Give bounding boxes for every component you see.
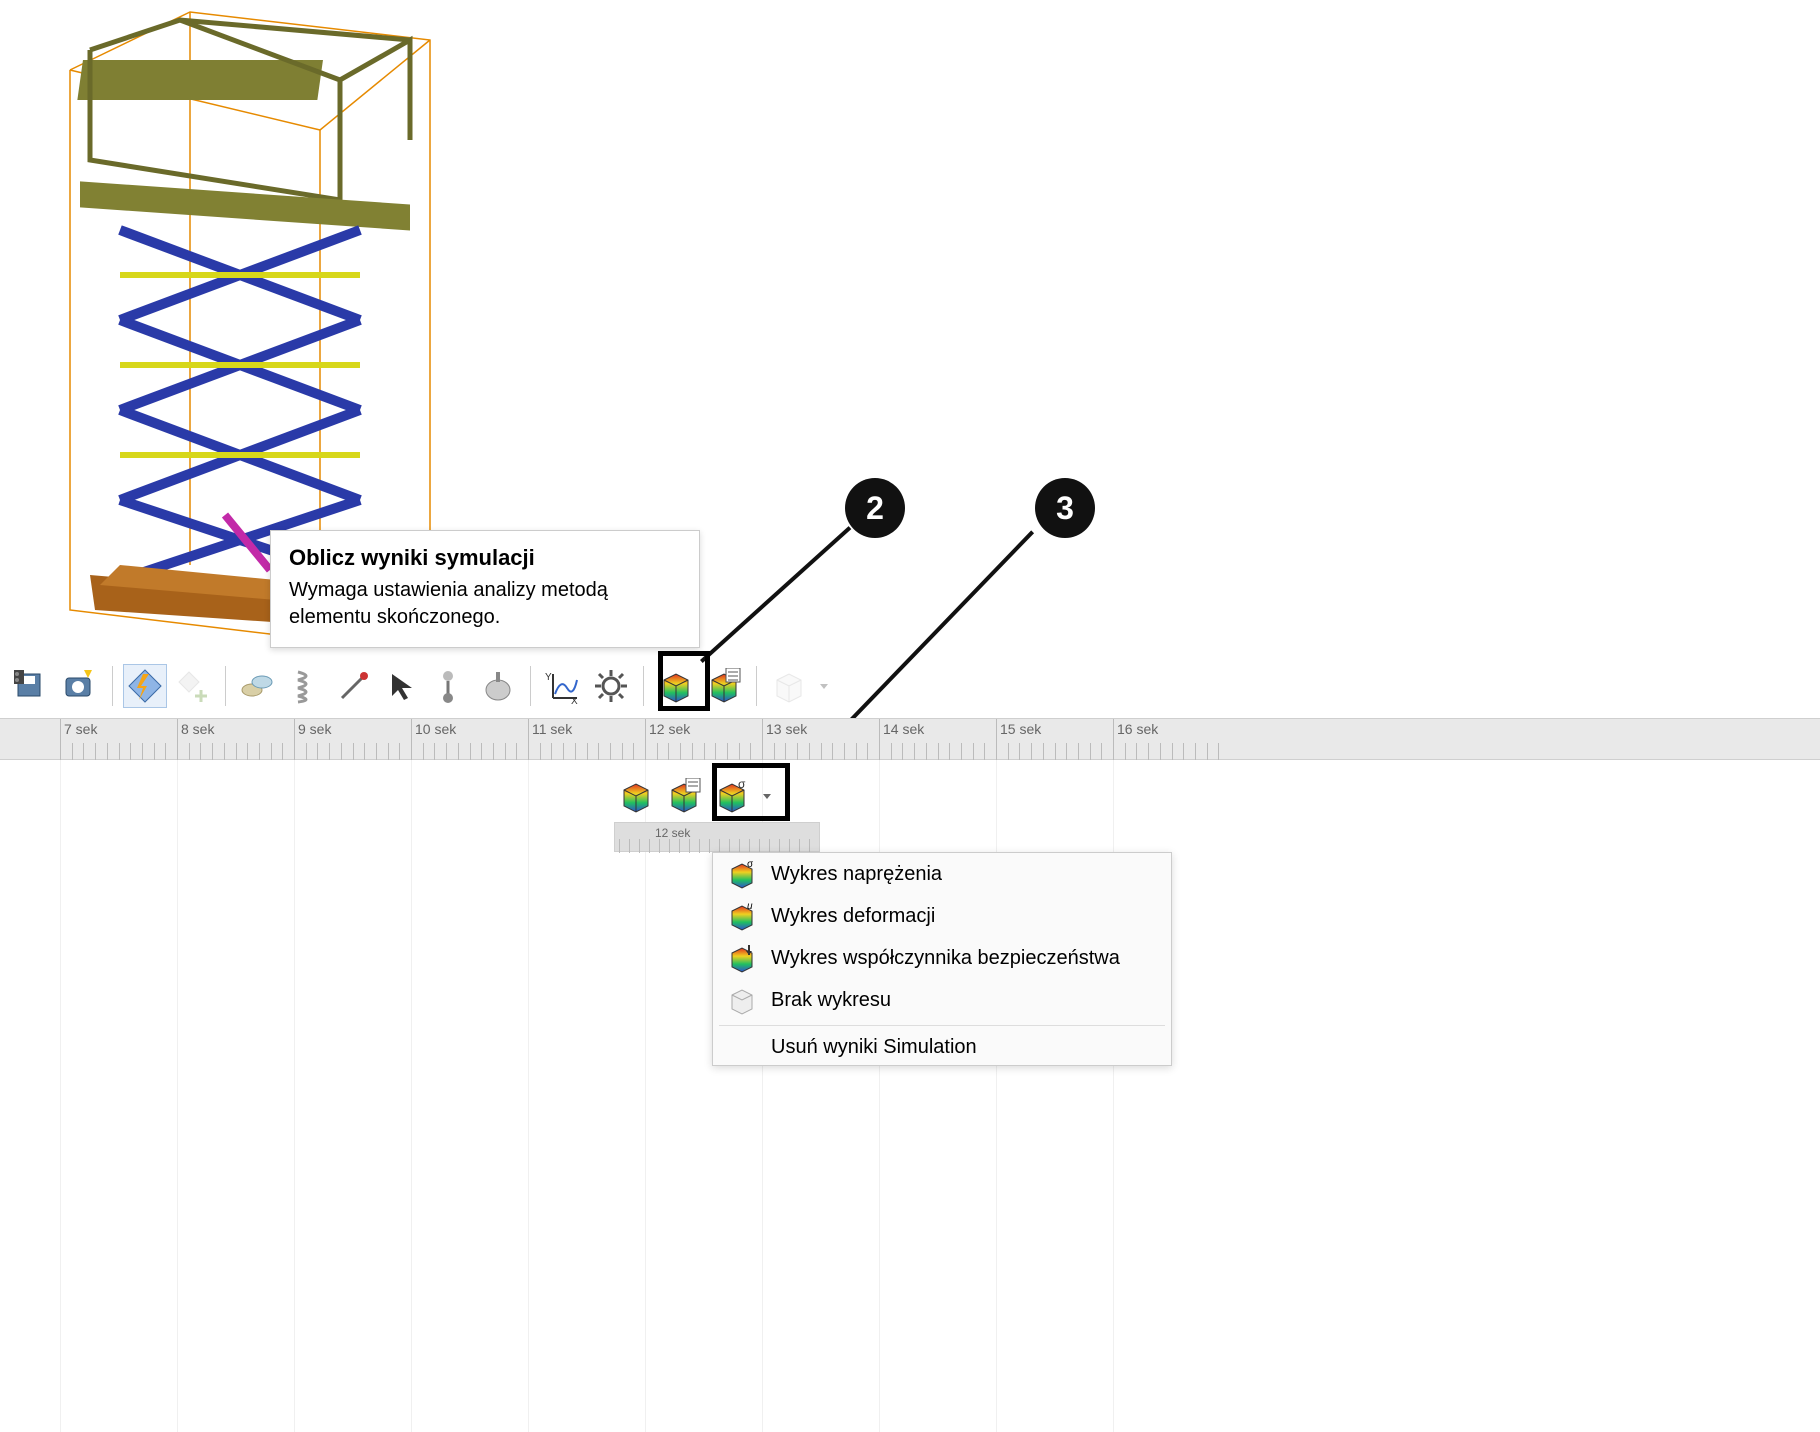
mass-icon[interactable] bbox=[476, 664, 520, 708]
menu-item-safety-label: Wykres współczynnika bezpieczeństwa bbox=[771, 947, 1120, 970]
toolbar1-dropdown-arrow[interactable] bbox=[815, 664, 833, 708]
callout-2-line bbox=[700, 526, 851, 663]
svg-text:σ: σ bbox=[738, 778, 746, 791]
menu-divider bbox=[719, 1025, 1165, 1026]
results-toolbar: σ bbox=[614, 770, 776, 822]
svg-text:σ: σ bbox=[747, 859, 754, 870]
ghost-cube-icon bbox=[767, 664, 811, 708]
menu-item-none-label: Brak wykresu bbox=[771, 989, 891, 1012]
menu-item-delete-results[interactable]: Usuń wyniki Simulation bbox=[713, 1030, 1171, 1065]
ruler-label: 14 sek bbox=[883, 721, 924, 737]
platform bbox=[80, 181, 410, 230]
graph-xy-icon[interactable]: YX bbox=[541, 664, 585, 708]
setup-stress-cube-icon[interactable] bbox=[654, 664, 698, 708]
lightning-diamond-icon[interactable] bbox=[123, 664, 167, 708]
force-icon[interactable] bbox=[428, 664, 472, 708]
ruler-label: 16 sek bbox=[1117, 721, 1158, 737]
safety-factor-icon bbox=[727, 943, 757, 973]
deform-u-icon: u bbox=[727, 901, 757, 931]
callout-badge-3: 3 bbox=[1035, 478, 1095, 538]
timeline-ruler[interactable]: 7 sek 8 sek 9 sek 10 sek 11 sek 12 sek 13 sek 1… bbox=[0, 718, 1820, 760]
svg-text:u: u bbox=[747, 901, 753, 912]
callout-badge-2: 2 bbox=[845, 478, 905, 538]
ruler-label: 12 sek bbox=[649, 721, 690, 737]
camera-settings-icon[interactable] bbox=[58, 664, 102, 708]
callout-3-text: 3 bbox=[1056, 490, 1074, 527]
no-plot-icon bbox=[727, 985, 757, 1015]
probe-icon[interactable] bbox=[332, 664, 376, 708]
menu-item-safety[interactable]: Wykres współczynnika bezpieczeństwa bbox=[713, 937, 1171, 979]
constraint-icon[interactable] bbox=[236, 664, 280, 708]
mini-ruler-label: 12 sek bbox=[655, 826, 690, 840]
calc-results-cube2-icon[interactable] bbox=[662, 774, 706, 818]
ruler-label: 11 sek bbox=[532, 721, 572, 737]
tooltip-body: Wymaga ustawienia analizy metodą element… bbox=[289, 577, 681, 631]
ruler-label: 7 sek bbox=[64, 721, 97, 737]
svg-text:Y: Y bbox=[545, 672, 552, 683]
menu-item-delete-label: Usuń wyniki Simulation bbox=[771, 1036, 977, 1059]
save-animation-icon[interactable] bbox=[10, 664, 54, 708]
ruler-label: 10 sek bbox=[415, 721, 456, 737]
simulation-toolbar: YX bbox=[10, 660, 833, 712]
plot-type-dropdown: σ Wykres naprężenia u Wykres deformacji … bbox=[712, 852, 1172, 1066]
settings-gear-icon[interactable] bbox=[589, 664, 633, 708]
ruler-label: 8 sek bbox=[181, 721, 214, 737]
calc-results-cube-icon[interactable] bbox=[702, 664, 746, 708]
ruler-label: 15 sek bbox=[1000, 721, 1041, 737]
setup-stress-cube2-icon[interactable] bbox=[614, 774, 658, 818]
ruler-label: 13 sek bbox=[766, 721, 807, 737]
ruler-label: 9 sek bbox=[298, 721, 331, 737]
menu-item-deform-label: Wykres deformacji bbox=[771, 905, 935, 928]
spring-icon[interactable] bbox=[284, 664, 328, 708]
stress-sigma-icon: σ bbox=[727, 859, 757, 889]
tooltip-title: Oblicz wyniki symulacji bbox=[289, 545, 681, 571]
tooltip-calc-results: Oblicz wyniki symulacji Wymaga ustawieni… bbox=[270, 530, 700, 648]
cursor-icon[interactable] bbox=[380, 664, 424, 708]
callout-2-text: 2 bbox=[866, 490, 884, 527]
menu-item-deform[interactable]: u Wykres deformacji bbox=[713, 895, 1171, 937]
stress-plot-cube-icon[interactable]: σ bbox=[710, 774, 754, 818]
toolbar2-dropdown-arrow[interactable] bbox=[758, 774, 776, 818]
mini-ruler: 12 sek bbox=[614, 822, 820, 852]
diamond-plus-icon bbox=[171, 664, 215, 708]
menu-item-stress[interactable]: σ Wykres naprężenia bbox=[713, 853, 1171, 895]
svg-text:X: X bbox=[571, 696, 578, 704]
menu-item-stress-label: Wykres naprężenia bbox=[771, 863, 942, 886]
menu-item-none[interactable]: Brak wykresu bbox=[713, 979, 1171, 1021]
